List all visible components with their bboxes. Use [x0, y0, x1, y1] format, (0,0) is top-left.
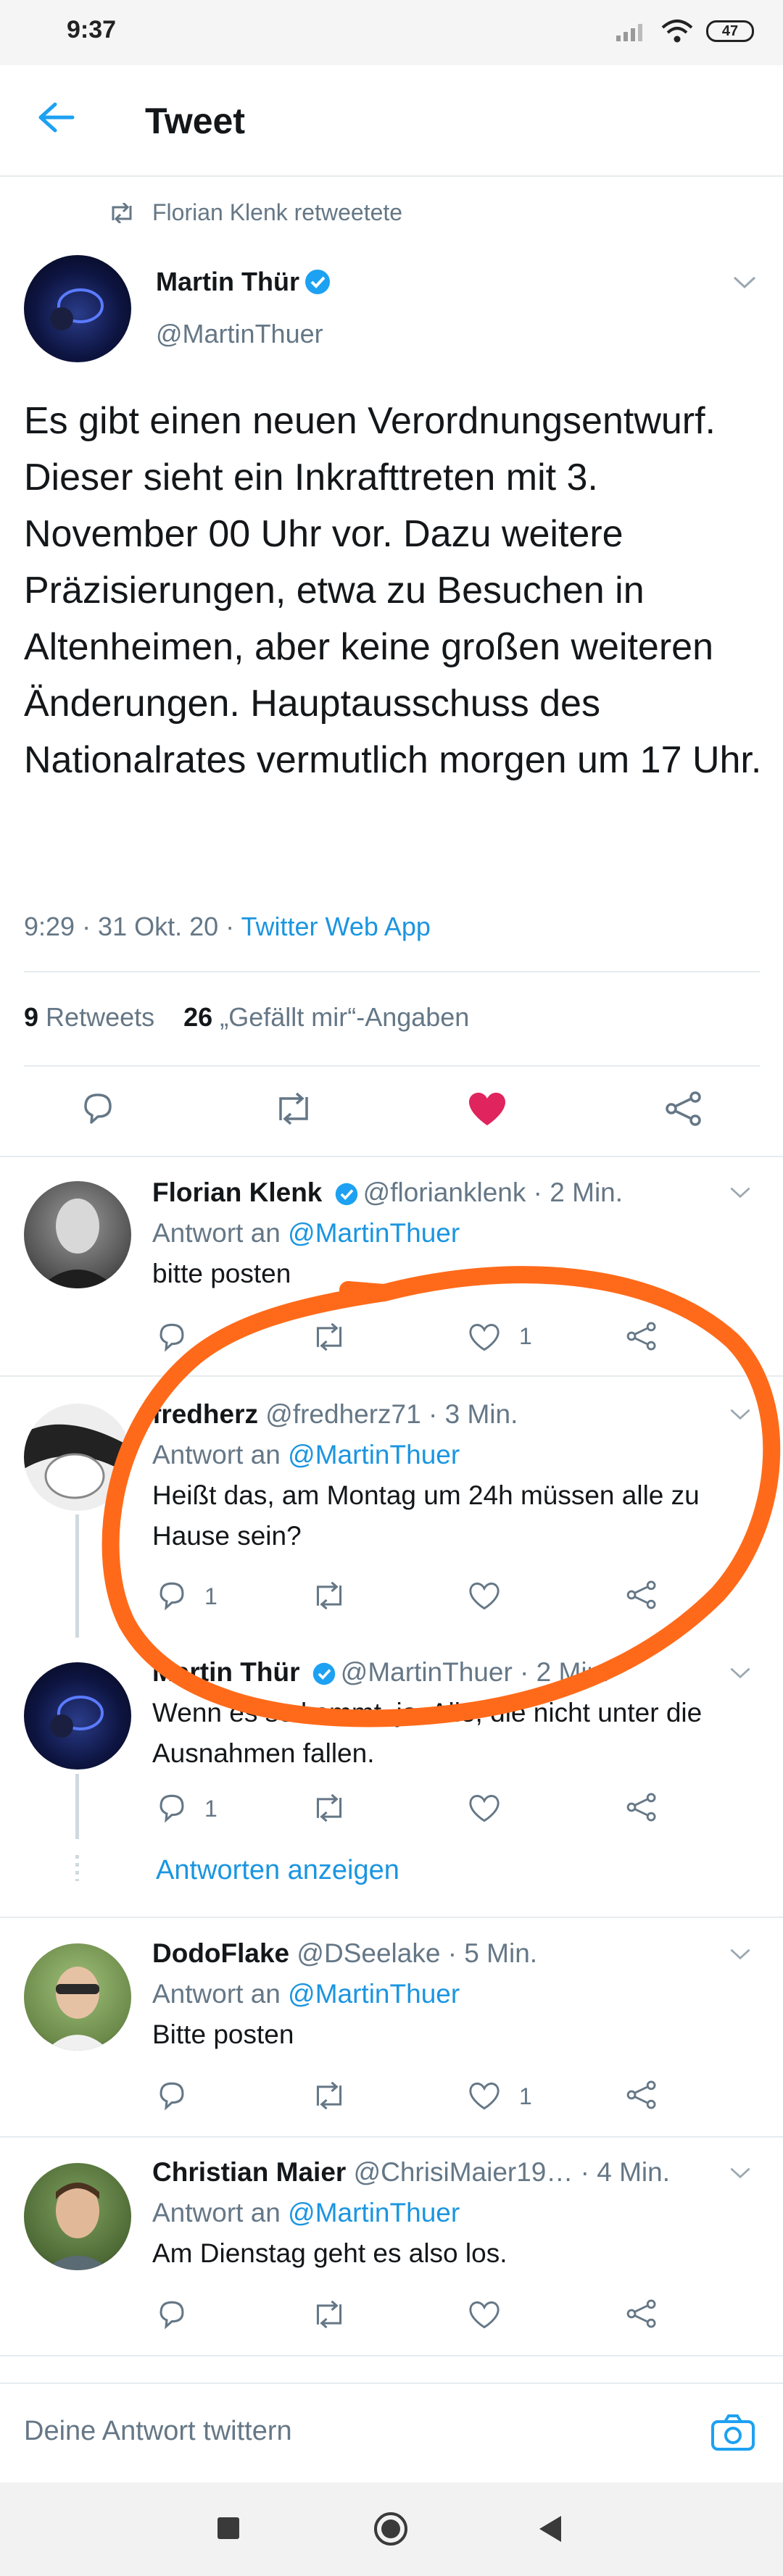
reply-icon[interactable]: [156, 2080, 188, 2112]
reply-author-handle: @ChrisiMaier19…: [353, 2157, 573, 2187]
retweet-icon[interactable]: [310, 2082, 348, 2109]
show-replies-link[interactable]: Antworten anzeigen: [156, 1855, 399, 1886]
app-header: Tweet: [0, 65, 783, 177]
tweet-text: Es gibt einen neuen Verordnungsentwurf. …: [24, 400, 762, 781]
page-title: Tweet: [145, 101, 245, 141]
tweet-timestamp: 9:29 · 31 Okt. 20 ·: [24, 912, 241, 941]
reply-icon[interactable]: [156, 1792, 188, 1824]
chevron-down-icon[interactable]: [732, 275, 757, 290]
retweets-label[interactable]: Retweets: [46, 1002, 154, 1032]
reply-author-name[interactable]: Florian Klenk: [152, 1177, 322, 1207]
reply-input[interactable]: Deine Antwort twittern: [24, 2416, 292, 2447]
camera-icon[interactable]: [710, 2413, 755, 2452]
reply-text: Bitte posten: [152, 2019, 294, 2049]
chevron-down-icon[interactable]: [729, 1186, 752, 1199]
divider: [24, 971, 760, 972]
reply-to-label: Antwort an: [152, 1979, 289, 2009]
reply-tweet[interactable]: Christian Maier @ChrisiMaier19… · 4 Min.…: [152, 2152, 761, 2274]
wifi-icon: [661, 20, 693, 43]
reply-icon[interactable]: [80, 1091, 116, 1127]
share-icon[interactable]: [625, 2298, 658, 2329]
chevron-down-icon[interactable]: [729, 2167, 752, 2180]
signal-icon: [616, 24, 642, 41]
author-handle: @MartinThuer: [156, 319, 323, 349]
reply-icon[interactable]: [156, 2298, 188, 2330]
home-icon[interactable]: [372, 2510, 410, 2548]
thread-line: [75, 1774, 79, 1839]
reply-to-link[interactable]: @MartinThuer: [288, 2198, 460, 2227]
divider: [0, 1156, 783, 1157]
heart-liked-icon[interactable]: [468, 1092, 507, 1127]
reply-timestamp: · 4 Min.: [580, 2157, 671, 2187]
divider: [0, 1917, 783, 1918]
battery-icon: 47: [706, 20, 754, 42]
verified-badge-icon: [304, 270, 330, 294]
back-nav-icon[interactable]: [536, 2514, 563, 2543]
divider: [0, 2355, 783, 2356]
tweet-stats: 9 Retweets 26 „Gefällt mir“-Angaben: [24, 1002, 469, 1033]
avatar[interactable]: [24, 255, 131, 362]
retweet-icon[interactable]: [272, 1093, 315, 1125]
heart-icon[interactable]: [468, 2301, 501, 2330]
retweet-icon[interactable]: [310, 2301, 348, 2328]
reply-to-label: Antwort an: [152, 2198, 289, 2227]
back-arrow-icon[interactable]: [36, 101, 75, 133]
likes-count[interactable]: 26: [183, 1002, 212, 1032]
reply-tweet[interactable]: DodoFlake @DSeelake · 5 Min. Antwort an …: [152, 1933, 761, 2055]
status-time: 9:37: [67, 16, 117, 43]
heart-icon[interactable]: [468, 1794, 501, 1823]
avatar[interactable]: [24, 1943, 131, 2051]
reply-count: 1: [204, 1796, 218, 1822]
retweet-context-label: Florian Klenk retweetete: [152, 199, 403, 225]
verified-badge-icon: [335, 1183, 357, 1206]
reply-text: Am Dienstag geht es also los.: [152, 2238, 508, 2268]
recent-apps-icon[interactable]: [216, 2516, 241, 2540]
like-count: 1: [519, 2083, 532, 2109]
status-bar: 9:37 47: [0, 0, 783, 65]
divider: [24, 1065, 760, 1067]
reply-author-handle: @DSeelake · 5 Min.: [297, 1938, 538, 1968]
retweet-icon: [112, 202, 132, 223]
retweet-icon[interactable]: [310, 1794, 348, 1822]
reply-author-name[interactable]: Christian Maier: [152, 2157, 346, 2187]
chevron-down-icon[interactable]: [729, 1948, 752, 1961]
thread-line-dotted: [75, 1855, 79, 1881]
reply-composer[interactable]: Deine Antwort twittern: [0, 2383, 783, 2484]
author-name[interactable]: Martin Thür: [156, 267, 299, 297]
reply-author-name[interactable]: DodoFlake: [152, 1938, 289, 1968]
tweet-source-link[interactable]: Twitter Web App: [241, 912, 431, 941]
retweet-context: Florian Klenk retweetete: [107, 199, 402, 226]
annotation-circle: [102, 1266, 781, 1727]
retweets-count[interactable]: 9: [24, 1002, 38, 1032]
system-nav-bar: [0, 2483, 783, 2576]
share-icon[interactable]: [663, 1091, 704, 1127]
share-icon[interactable]: [625, 2080, 658, 2110]
share-icon[interactable]: [625, 1792, 658, 1822]
reply-author-handle: @florianklenk · 2 Min.: [362, 1177, 624, 1207]
likes-label[interactable]: „Gefällt mir“-Angaben: [220, 1002, 469, 1032]
divider: [0, 2136, 783, 2138]
reply-to-link[interactable]: @MartinThuer: [288, 1979, 460, 2009]
heart-icon[interactable]: [468, 2082, 501, 2111]
tweet-meta: 9:29 · 31 Okt. 20 · Twitter Web App: [24, 912, 431, 942]
avatar[interactable]: [24, 2163, 131, 2270]
